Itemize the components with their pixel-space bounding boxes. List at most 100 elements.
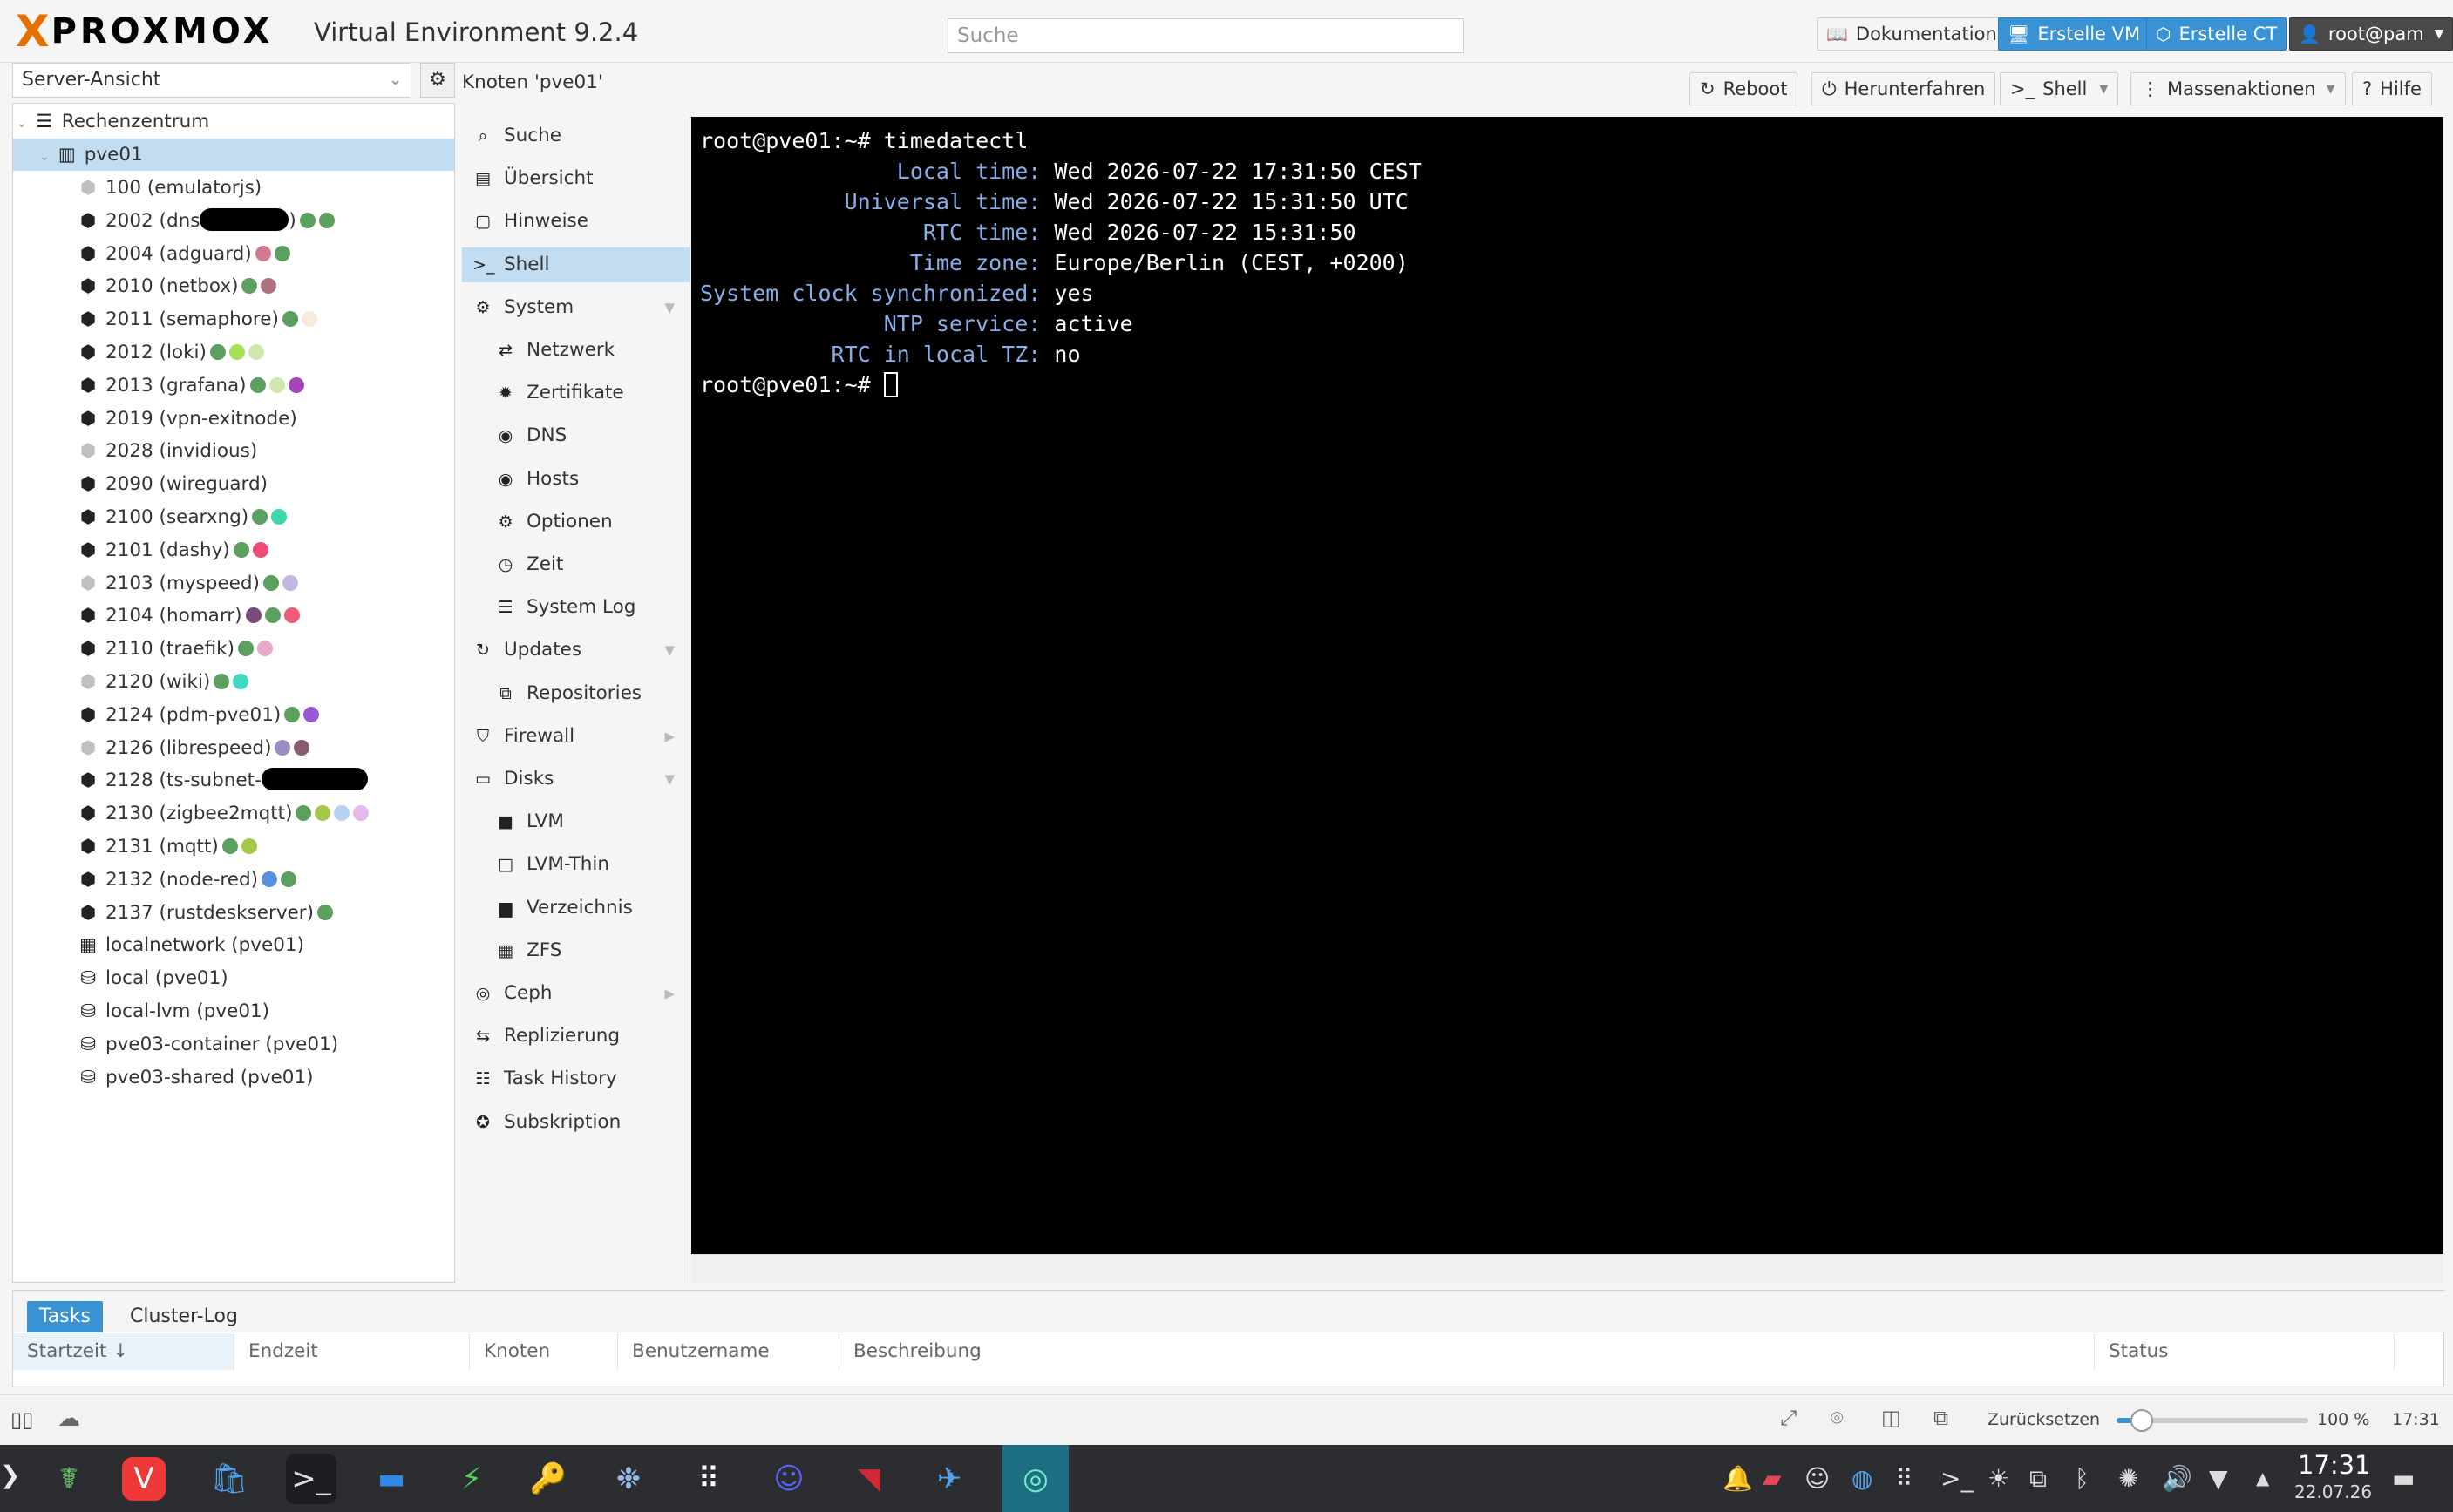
shell-terminal[interactable]: root@pve01:~# timedatectl Local time: We… bbox=[691, 117, 2443, 1254]
tree-item[interactable]: ⛁ local (pve01) bbox=[13, 962, 454, 994]
menu-item[interactable]: ▢ Hinweise bbox=[462, 204, 690, 239]
display-tray-icon[interactable]: ✺ bbox=[2118, 1464, 2138, 1493]
menu-item[interactable]: ☷ Task History bbox=[462, 1061, 690, 1096]
console-tray-icon[interactable]: >_ bbox=[1940, 1464, 1973, 1493]
menu-item[interactable]: ⛉ Firewall ▶ bbox=[462, 719, 690, 754]
bluetooth-tray-icon[interactable]: ᛒ bbox=[2075, 1464, 2089, 1493]
notifications-tray-icon[interactable]: 🔔 bbox=[1723, 1464, 1753, 1493]
create-vm-button[interactable]: 🖥 Erstelle VM bbox=[1998, 17, 2151, 51]
terminal-app-icon[interactable]: >_ bbox=[286, 1454, 336, 1504]
launcher-arrow-icon[interactable]: ❯ bbox=[0, 1461, 20, 1489]
tree-item[interactable]: ⬢ 2013 (grafana) bbox=[13, 370, 454, 402]
tab-cluster-log[interactable]: Cluster-Log bbox=[118, 1301, 250, 1332]
column-description[interactable]: Beschreibung bbox=[839, 1333, 2095, 1370]
menu-item[interactable]: ⌕ Suche bbox=[462, 119, 690, 153]
menu-item[interactable]: ■ LVM bbox=[462, 804, 690, 839]
tree-item[interactable]: ⬢ 2104 (homarr) bbox=[13, 600, 454, 632]
menu-item[interactable]: ☰ System Log bbox=[462, 590, 690, 625]
menu-item[interactable]: ⇆ Replizierung bbox=[462, 1019, 690, 1054]
menu-item[interactable]: ▦ ZFS bbox=[462, 933, 690, 968]
menu-item[interactable]: ✹ Zertifikate bbox=[462, 376, 690, 410]
documentation-button[interactable]: 📖 Dokumentation bbox=[1817, 17, 2007, 51]
tree-item[interactable]: ⬢ 2137 (rustdeskserver) bbox=[13, 897, 454, 929]
tree-item[interactable]: ⬢ 2132 (node-red) bbox=[13, 864, 454, 896]
menu-item[interactable]: ◷ Zeit bbox=[462, 547, 690, 582]
menu-item[interactable]: >_ Shell bbox=[462, 247, 690, 282]
menu-item[interactable]: ◉ DNS bbox=[462, 418, 690, 453]
discord-icon[interactable]: ☺ bbox=[764, 1454, 814, 1504]
wifi-tray-icon[interactable]: ▼ bbox=[2209, 1464, 2228, 1493]
tree-settings-button[interactable]: ⚙ bbox=[420, 63, 455, 98]
create-ct-button[interactable]: ⬡ Erstelle CT bbox=[2146, 17, 2287, 51]
network-tool-icon[interactable]: ✈ bbox=[924, 1454, 975, 1504]
volume-tray-icon[interactable]: 🔊 bbox=[2162, 1464, 2192, 1493]
tray-expand-icon[interactable]: ▲ bbox=[2256, 1468, 2269, 1488]
menu-item[interactable]: ⧉ Repositories bbox=[462, 676, 690, 711]
tree-item[interactable]: ⬢ 2012 (loki) bbox=[13, 336, 454, 369]
bolt-app-icon[interactable]: ⚡ bbox=[446, 1454, 497, 1504]
tree-item-datacenter[interactable]: ⌄ ☰ Rechenzentrum bbox=[13, 105, 454, 138]
tree-item[interactable]: ⬢ 2002 (dns) bbox=[13, 205, 454, 237]
menu-item[interactable]: ↻ Updates ▼ bbox=[462, 633, 690, 668]
tree-item[interactable]: ⬢ 2101 (dashy) bbox=[13, 534, 454, 566]
tree-item[interactable]: ⛁ local-lvm (pve01) bbox=[13, 995, 454, 1027]
pdf-tray-icon[interactable]: ▰ bbox=[1763, 1464, 1782, 1493]
zoom-slider[interactable] bbox=[2117, 1409, 2308, 1432]
tree-item[interactable]: ⬢ 2100 (searxng) bbox=[13, 501, 454, 533]
column-status[interactable]: Status bbox=[2095, 1333, 2395, 1370]
column-username[interactable]: Benutzername bbox=[618, 1333, 839, 1370]
discord-tray-icon[interactable]: ☺ bbox=[1804, 1464, 1830, 1493]
terminal-resize-bar[interactable] bbox=[691, 1254, 2443, 1284]
screenshot-icon[interactable]: ⌾ bbox=[1831, 1406, 1843, 1430]
keepass-icon[interactable]: 🔑 bbox=[523, 1454, 574, 1504]
tree-item[interactable]: ⬢ 2090 (wireguard) bbox=[13, 468, 454, 500]
cloud-icon[interactable]: ☁ bbox=[58, 1406, 80, 1432]
grid-tray-icon[interactable]: ⠿ bbox=[1895, 1464, 1913, 1493]
tree-item[interactable]: ▦ localnetwork (pve01) bbox=[13, 929, 454, 961]
taskbar-clock-time[interactable]: 17:31 bbox=[2298, 1450, 2371, 1480]
tree-item[interactable]: ⬢ 2131 (mqtt) bbox=[13, 831, 454, 863]
tree-item[interactable]: ⛁ pve03-container (pve01) bbox=[13, 1028, 454, 1061]
settings-app-icon[interactable]: ❉ bbox=[603, 1454, 654, 1504]
app-grid-icon[interactable]: ⠿ bbox=[683, 1454, 734, 1504]
tree-item-node-pve01[interactable]: ⌄ ▥ pve01 bbox=[13, 139, 454, 171]
resize-icon[interactable]: ⤢ bbox=[1780, 1406, 1797, 1430]
tree-item[interactable]: ⬢ 2010 (netbox) bbox=[13, 270, 454, 302]
tree-item[interactable]: ⬢ 2103 (myspeed) bbox=[13, 567, 454, 600]
menu-item[interactable]: ✪ Subskription bbox=[462, 1105, 690, 1140]
tiling-icon[interactable]: ⧉ bbox=[1933, 1406, 1948, 1430]
bulk-actions-button[interactable]: ⋮ Massenaktionen ▼ bbox=[2130, 72, 2346, 105]
search-input[interactable] bbox=[948, 18, 1464, 53]
tree-item[interactable]: ⬢ 2124 (pdm-pve01) bbox=[13, 699, 454, 731]
user-menu-button[interactable]: 👤 root@pam ▼ bbox=[2289, 17, 2453, 51]
file-manager-icon[interactable]: ▬ bbox=[366, 1454, 417, 1504]
tree-item[interactable]: ⬢ 2019 (vpn-exitnode) bbox=[13, 403, 454, 435]
tree-item[interactable]: ⬢ 2110 (traefik) bbox=[13, 633, 454, 665]
menu-item[interactable]: ◎ Ceph ▶ bbox=[462, 976, 690, 1011]
zoom-slider-handle[interactable] bbox=[2130, 1409, 2153, 1432]
taskbar-clock-date[interactable]: 22.07.26 bbox=[2294, 1481, 2372, 1502]
clipboard-tray-icon[interactable]: ⧉ bbox=[2029, 1464, 2047, 1494]
help-button[interactable]: ? Hilfe bbox=[2352, 72, 2432, 105]
menu-item[interactable]: ◉ Hosts bbox=[462, 462, 690, 497]
tree-item[interactable]: ⬢ 2126 (librespeed) bbox=[13, 732, 454, 764]
gecko-app-icon[interactable]: ☤ bbox=[44, 1454, 94, 1504]
shutdown-button[interactable]: ⏻ Herunterfahren bbox=[1811, 72, 1996, 105]
menu-item[interactable]: ⇄ Netzwerk bbox=[462, 333, 690, 368]
menu-item[interactable]: ▤ Übersicht bbox=[462, 161, 690, 196]
tree-item[interactable]: ⬢ 2120 (wiki) bbox=[13, 666, 454, 698]
menu-item[interactable]: □ LVM-Thin bbox=[462, 847, 690, 882]
app-store-icon[interactable]: 🛍 bbox=[204, 1454, 255, 1504]
sync-tray-icon[interactable]: ◍ bbox=[1852, 1464, 1872, 1493]
tree-item[interactable]: ⬢ 2128 (ts-subnet- bbox=[13, 764, 454, 797]
terminal-prompt-line[interactable]: root@pve01:~# bbox=[700, 370, 2443, 400]
tree-item[interactable]: ⬢ 2028 (invidious) bbox=[13, 435, 454, 467]
sidebar-toggle-icon[interactable]: ▯▯ bbox=[10, 1407, 33, 1432]
weather-tray-icon[interactable]: ☀ bbox=[1988, 1464, 2009, 1493]
tree-item[interactable]: ⬢ 2011 (semaphore) bbox=[13, 303, 454, 336]
menu-item[interactable]: ▭ Disks ▼ bbox=[462, 762, 690, 797]
view-selector[interactable]: Server-Ansicht ⌄ bbox=[12, 63, 411, 98]
menu-item[interactable]: ⚙ System ▼ bbox=[462, 290, 690, 325]
menu-item[interactable]: ▆ Verzeichnis bbox=[462, 891, 690, 926]
column-start-time[interactable]: Startzeit ↓ bbox=[13, 1333, 234, 1370]
